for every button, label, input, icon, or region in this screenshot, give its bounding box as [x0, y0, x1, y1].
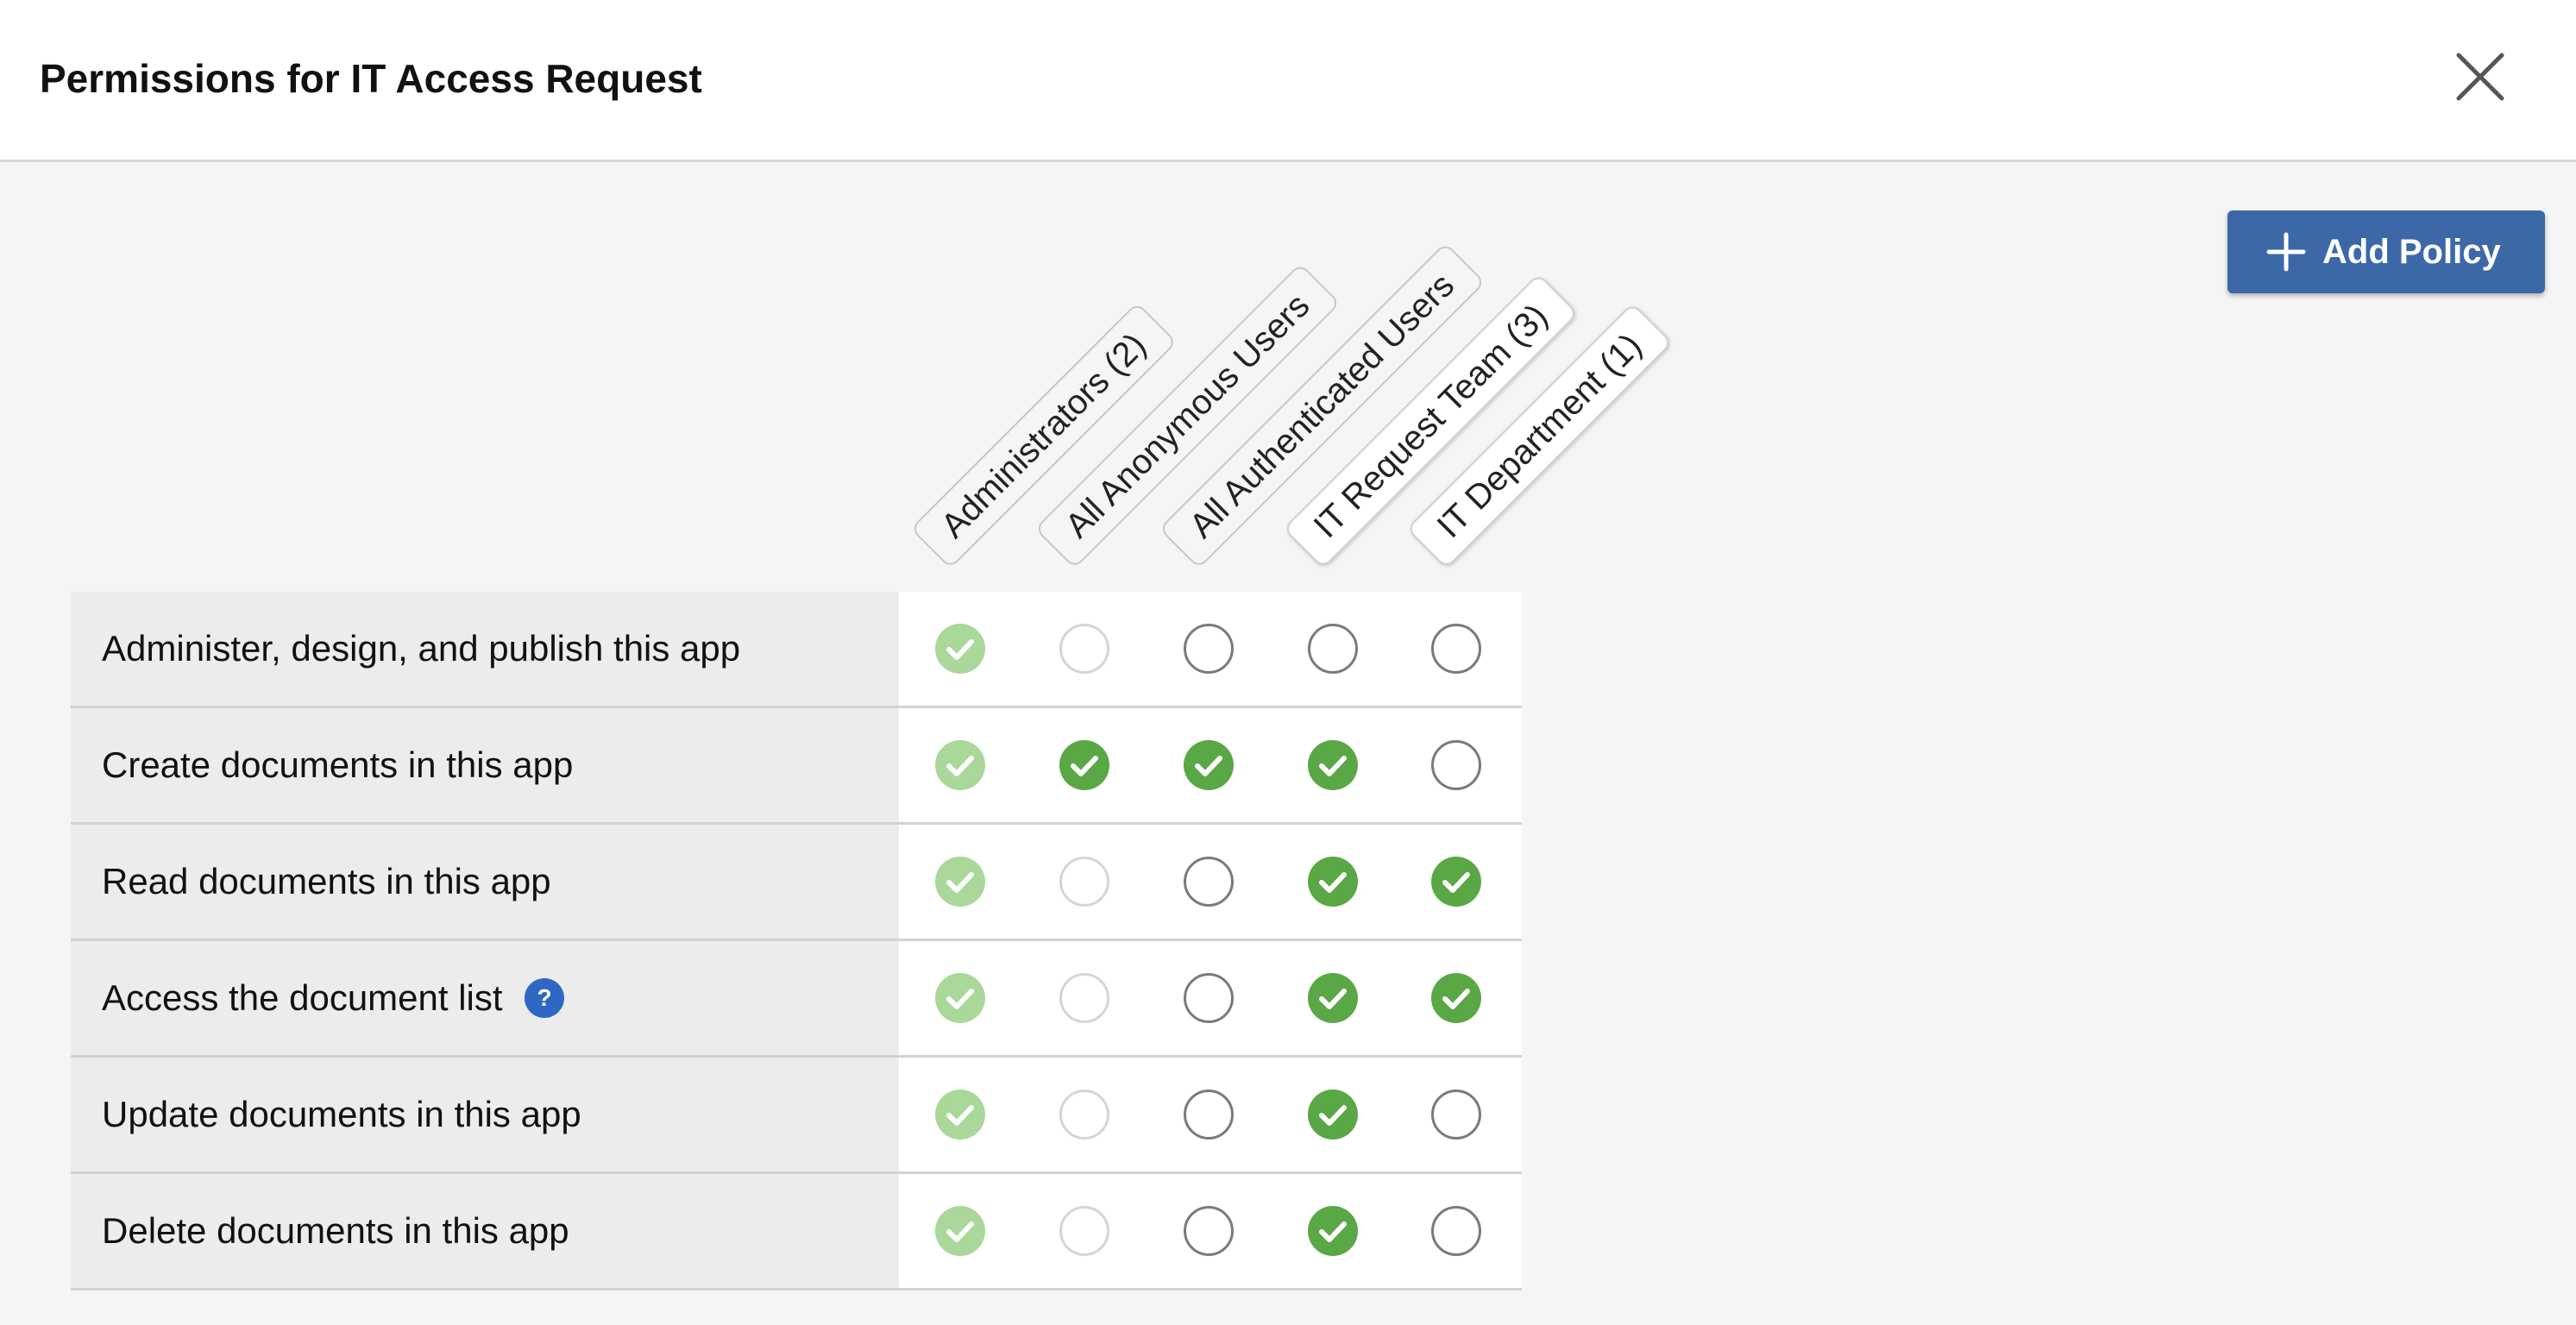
dialog-title: Permissions for IT Access Request [40, 56, 702, 101]
permission-cells [899, 941, 1522, 1055]
permission-unchecked-icon[interactable] [1430, 739, 1482, 791]
permission-checked-icon[interactable] [1307, 1205, 1359, 1257]
permissions-grid: Administer, design, and publish this app… [71, 592, 1522, 1290]
permission-cells [899, 708, 1522, 822]
permission-unchecked-icon[interactable] [1183, 623, 1235, 675]
permission-checked-icon[interactable] [1307, 856, 1359, 907]
permission-unchecked-icon[interactable] [1183, 972, 1235, 1024]
add-policy-button[interactable]: Add Policy [2227, 210, 2545, 293]
permission-cells [899, 1058, 1522, 1171]
help-icon[interactable]: ? [524, 977, 565, 1019]
permission-row: Access the document list? [71, 941, 1522, 1058]
svg-text:?: ? [537, 984, 551, 1011]
close-button[interactable] [2452, 48, 2509, 105]
permission-row: Administer, design, and publish this app [71, 592, 1522, 708]
permission-label: Administer, design, and publish this app [102, 628, 741, 669]
plus-icon [2266, 232, 2306, 272]
dialog-header: Permissions for IT Access Request [0, 0, 2576, 162]
permission-checked-icon[interactable] [1307, 1089, 1359, 1140]
permission-unchecked-icon [1059, 1205, 1110, 1257]
permission-checked-icon [934, 1205, 986, 1257]
permission-unchecked-icon[interactable] [1183, 1205, 1235, 1257]
permission-row: Update documents in this app [71, 1058, 1522, 1174]
permission-cells [899, 1174, 1522, 1288]
permission-checked-icon [934, 856, 986, 907]
permission-checked-icon[interactable] [1059, 739, 1110, 791]
permission-label-cell: Delete documents in this app [71, 1174, 899, 1288]
permission-unchecked-icon [1059, 1089, 1110, 1140]
permission-label: Update documents in this app [102, 1094, 581, 1134]
permission-row: Delete documents in this app [71, 1174, 1522, 1290]
permission-unchecked-icon[interactable] [1430, 623, 1482, 675]
add-policy-label: Add Policy [2322, 232, 2501, 271]
permission-label: Delete documents in this app [102, 1210, 569, 1251]
permission-checked-icon[interactable] [1430, 856, 1482, 907]
permission-checked-icon [934, 972, 986, 1024]
permission-unchecked-icon [1059, 856, 1110, 907]
permission-label: Read documents in this app [102, 861, 551, 901]
permission-label-cell: Access the document list? [71, 941, 899, 1055]
permission-unchecked-icon[interactable] [1430, 1089, 1482, 1140]
permission-unchecked-icon[interactable] [1183, 1089, 1235, 1140]
permission-label-cell: Administer, design, and publish this app [71, 592, 899, 706]
permission-cells [899, 825, 1522, 939]
permission-checked-icon [934, 1089, 986, 1140]
permission-label: Access the document list [102, 977, 503, 1018]
permission-unchecked-icon[interactable] [1430, 1205, 1482, 1257]
permission-checked-icon[interactable] [1307, 739, 1359, 791]
permission-unchecked-icon[interactable] [1183, 856, 1235, 907]
permission-cells [899, 592, 1522, 706]
permission-label-cell: Create documents in this app [71, 708, 899, 822]
permission-unchecked-icon[interactable] [1307, 623, 1359, 675]
permission-checked-icon[interactable] [1307, 972, 1359, 1024]
permission-checked-icon[interactable] [1430, 972, 1482, 1024]
close-icon [2456, 53, 2504, 101]
permission-unchecked-icon [1059, 623, 1110, 675]
permission-row: Read documents in this app [71, 825, 1522, 941]
permission-unchecked-icon [1059, 972, 1110, 1024]
permission-label-cell: Update documents in this app [71, 1058, 899, 1171]
permission-label-cell: Read documents in this app [71, 825, 899, 939]
permission-checked-icon[interactable] [1183, 739, 1235, 791]
permission-row: Create documents in this app [71, 708, 1522, 825]
permission-checked-icon [934, 623, 986, 675]
permission-checked-icon [934, 739, 986, 791]
permission-label: Create documents in this app [102, 744, 574, 785]
